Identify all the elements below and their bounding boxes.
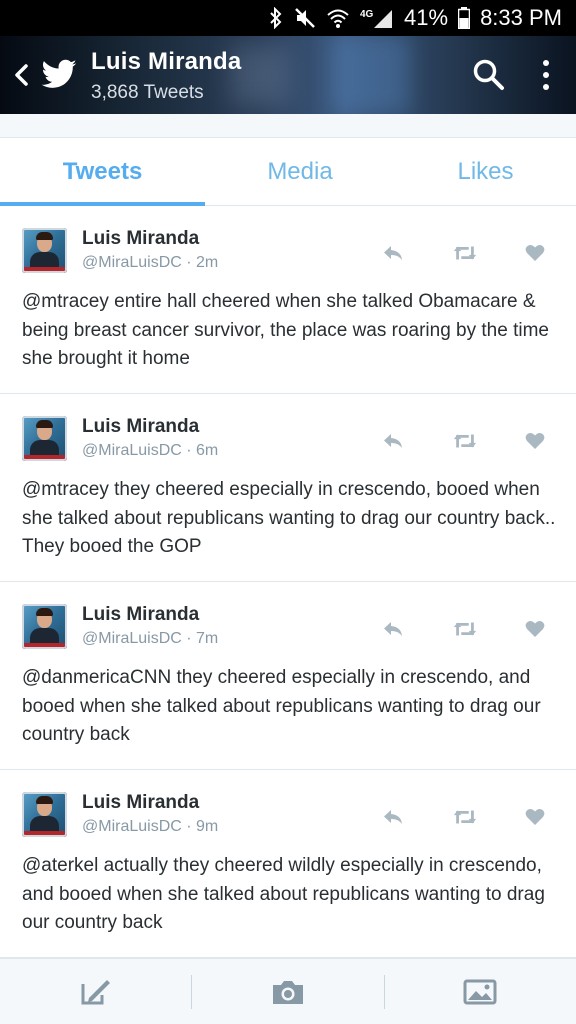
reply-button[interactable]: [380, 242, 406, 264]
profile-header: Luis Miranda 3,868 Tweets: [0, 36, 576, 114]
tweet-list: Luis Miranda @MiraLuisDC · 2m @mtracey e…: [0, 206, 576, 958]
tweet[interactable]: Luis Miranda @MiraLuisDC · 6m @mtracey t…: [0, 394, 576, 582]
tweet-text: @danmericaCNN they cheered especially in…: [22, 667, 541, 745]
reply-button[interactable]: [380, 430, 406, 452]
tweet-actions: [380, 806, 548, 828]
tweet-text: @aterkel actually they cheered wildly es…: [22, 855, 545, 933]
tab-media[interactable]: Media: [205, 138, 395, 205]
tab-likes[interactable]: Likes: [395, 138, 576, 205]
retweet-icon: [453, 622, 477, 636]
tweet-text: @mtracey entire hall cheered when she ta…: [22, 291, 549, 369]
like-button[interactable]: [522, 806, 548, 828]
avatar[interactable]: [22, 604, 67, 649]
avatar[interactable]: [22, 228, 67, 273]
page-title: Luis Miranda: [91, 48, 242, 75]
reply-icon: [384, 434, 402, 448]
bottom-toolbar: [0, 958, 576, 1024]
mute-icon: [294, 6, 316, 30]
heart-icon: [525, 433, 545, 449]
more-vert-icon: [543, 60, 549, 66]
retweet-icon: [453, 434, 477, 448]
retweet-button[interactable]: [452, 806, 478, 828]
gallery-button[interactable]: [385, 959, 576, 1024]
like-button[interactable]: [522, 430, 548, 452]
tweet-handle-time: @MiraLuisDC · 9m: [82, 818, 219, 835]
status-bar: 4G 41% 8:33 PM: [0, 0, 576, 36]
tweet-author-name[interactable]: Luis Miranda: [82, 416, 199, 438]
more-options-button[interactable]: [538, 58, 554, 92]
header-divider: [0, 114, 576, 138]
like-button[interactable]: [522, 242, 548, 264]
avatar[interactable]: [22, 792, 67, 837]
heart-icon: [525, 809, 545, 825]
retweet-button[interactable]: [452, 618, 478, 640]
twitter-bird-icon[interactable]: [40, 56, 78, 94]
reply-icon: [384, 810, 402, 824]
reply-icon: [384, 622, 402, 636]
battery-percent: 41%: [404, 5, 449, 30]
retweet-button[interactable]: [452, 430, 478, 452]
signal-icon: 4G: [360, 6, 394, 30]
heart-icon: [525, 245, 545, 261]
reply-button[interactable]: [380, 806, 406, 828]
back-button[interactable]: [8, 60, 34, 90]
tweet-author-name[interactable]: Luis Miranda: [82, 228, 199, 250]
heart-icon: [525, 621, 545, 637]
tweet[interactable]: Luis Miranda @MiraLuisDC · 2m @mtracey e…: [0, 206, 576, 394]
more-vert-dot: [543, 84, 549, 90]
like-button[interactable]: [522, 618, 548, 640]
tweet-actions: [380, 242, 548, 264]
tab-tweets[interactable]: Tweets: [0, 138, 205, 206]
clock: 8:33 PM: [480, 5, 562, 30]
camera-button[interactable]: [192, 959, 383, 1024]
header-background: [330, 36, 410, 114]
battery-icon: [458, 6, 471, 30]
avatar[interactable]: [22, 416, 67, 461]
reply-button[interactable]: [380, 618, 406, 640]
tweet[interactable]: Luis Miranda @MiraLuisDC · 9m @aterkel a…: [0, 770, 576, 958]
tweet-actions: [380, 430, 548, 452]
search-button[interactable]: [472, 58, 506, 92]
tweet-author-name[interactable]: Luis Miranda: [82, 604, 199, 626]
search-icon: [473, 59, 504, 90]
tweet[interactable]: Luis Miranda @MiraLuisDC · 7m @danmerica…: [0, 582, 576, 770]
tweet-handle-time: @MiraLuisDC · 7m: [82, 630, 219, 647]
compose-button[interactable]: [0, 959, 191, 1024]
retweet-button[interactable]: [452, 242, 478, 264]
retweet-icon: [453, 810, 477, 824]
image-icon: [463, 979, 497, 1004]
tweet-handle-time: @MiraLuisDC · 2m: [82, 254, 219, 271]
compose-icon: [81, 979, 110, 1004]
wifi-icon: [326, 6, 350, 30]
reply-icon: [384, 246, 402, 260]
tweet-count: 3,868 Tweets: [91, 82, 204, 103]
more-vert-dot: [543, 72, 549, 78]
retweet-icon: [453, 246, 477, 260]
tweet-text: @mtracey they cheered especially in cres…: [22, 479, 556, 557]
back-icon: [15, 64, 28, 86]
bluetooth-icon: [268, 6, 284, 30]
camera-icon: [272, 980, 303, 1004]
network-label: 4G: [360, 9, 374, 20]
tweet-actions: [380, 618, 548, 640]
tweet-author-name[interactable]: Luis Miranda: [82, 792, 199, 814]
profile-tabs: Tweets Media Likes: [0, 138, 576, 206]
tweet-handle-time: @MiraLuisDC · 6m: [82, 442, 219, 459]
